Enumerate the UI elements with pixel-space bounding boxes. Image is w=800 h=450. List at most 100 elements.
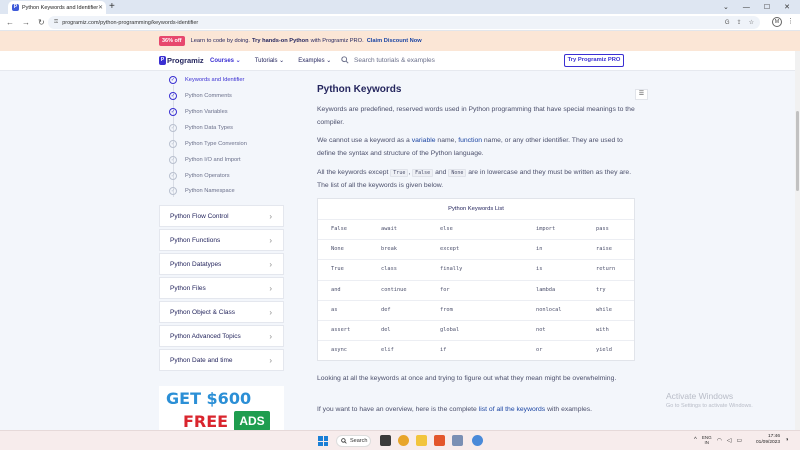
topic-label: Python Operators [185, 173, 230, 179]
settings-icon[interactable] [452, 435, 463, 446]
sidebar-section-date-time[interactable]: Python Date and time › [159, 349, 284, 371]
check-circle-icon: ✓ [169, 76, 177, 84]
new-tab-button[interactable]: + [109, 1, 115, 13]
sidebar-section-files[interactable]: Python Files › [159, 277, 284, 299]
bookmark-star-icon[interactable]: ☆ [749, 19, 754, 26]
sidebar-section-datatypes[interactable]: Python Datatypes › [159, 253, 284, 275]
keyword-cell: or [536, 347, 543, 354]
programiz-logo[interactable]: P Programiz [159, 56, 204, 65]
promo-text-b: Try hands-on Python [252, 38, 309, 44]
chevron-right-icon: › [269, 235, 272, 245]
topic-label: Python I/O and Import [185, 157, 241, 163]
sidebar-topic-comments[interactable]: ✓ Python Comments [159, 88, 284, 104]
keyword-list-link[interactable]: list of all the keywords [479, 406, 546, 413]
sidebar-section-functions[interactable]: Python Functions › [159, 229, 284, 251]
share-icon[interactable]: ⇪ [737, 19, 742, 26]
code-none: None [448, 169, 467, 177]
close-window-icon[interactable]: ✕ [784, 3, 790, 11]
volume-icon[interactable]: ◁ [727, 437, 732, 444]
identifier-paragraph: We cannot use a keyword as a variable na… [317, 137, 623, 157]
wifi-icon[interactable]: ◠ [717, 437, 722, 444]
url-text: programiz.com/python-programming/keyword… [62, 19, 199, 26]
chevron-right-icon: › [269, 307, 272, 317]
keyword-cell: nonlocal [536, 306, 562, 313]
minimize-icon[interactable]: — [743, 4, 750, 11]
lowercase-paragraph: All the keywords except True, False and … [317, 169, 632, 189]
chevron-right-icon: › [269, 259, 272, 269]
programiz-favicon-icon: P [12, 4, 19, 11]
variable-link[interactable]: variable [412, 137, 436, 144]
sidebar-topic-io-import[interactable]: ✓ Python I/O and Import [159, 152, 284, 168]
browser-menu-icon[interactable]: ⋮ [787, 17, 794, 25]
article: Python Keywords ☰ Keywords are predefine… [317, 71, 648, 430]
sidebar-topic-data-types[interactable]: ✓ Python Data Types [159, 120, 284, 136]
check-circle-icon: ✓ [169, 140, 177, 148]
keywords-table-body: False await else import pass None break except i… [318, 220, 634, 361]
chrome-icon[interactable] [398, 435, 409, 446]
sidebar-topic-type-conversion[interactable]: ✓ Python Type Conversion [159, 136, 284, 152]
page-scrollbar[interactable] [795, 51, 800, 430]
scrollbar-thumb[interactable] [796, 111, 799, 191]
table-of-contents-button[interactable]: ☰ [635, 89, 648, 100]
site-search[interactable]: Search tutorials & examples [341, 56, 435, 64]
nav-courses[interactable]: Courses ⌄ [210, 57, 241, 64]
sidebar-topic-operators[interactable]: ✓ Python Operators [159, 168, 284, 184]
keyword-cell: as [331, 306, 338, 313]
close-tab-icon[interactable]: ✕ [98, 4, 103, 11]
topic-label: Keywords and Identifier [185, 77, 245, 83]
sidebar-topic-variables[interactable]: ✓ Python Variables [159, 104, 284, 120]
back-icon[interactable]: ← [6, 17, 14, 28]
system-clock[interactable]: 17:46 01/09/2023 [756, 434, 780, 446]
battery-icon[interactable]: ▭ [736, 437, 742, 444]
sidebar-section-object-class[interactable]: Python Object & Class › [159, 301, 284, 323]
url-field[interactable]: ⚿ programiz.com/python-programming/keywo… [48, 16, 760, 29]
forward-icon[interactable]: → [22, 17, 30, 28]
function-link[interactable]: function [458, 137, 482, 144]
keyword-cell: lambda [536, 286, 556, 293]
section-label: Python Date and time [170, 356, 233, 364]
lock-icon[interactable]: ⚿ [54, 19, 58, 26]
search-placeholder: Search tutorials & examples [354, 56, 435, 64]
section-label: Python Flow Control [170, 212, 229, 220]
code-false: False [412, 169, 434, 177]
keyword-cell: False [331, 226, 347, 232]
keyword-cell: except [440, 246, 460, 253]
claim-discount-link[interactable]: Claim Discount Now [367, 38, 422, 44]
promo-banner: 36% off Learn to code by doing. Try hand… [0, 31, 800, 51]
chrome-active-icon[interactable] [472, 435, 483, 446]
ad-free-text: FREE [183, 412, 229, 430]
try-pro-button[interactable]: Try Programiz PRO [564, 54, 624, 67]
topic-label: Python Comments [185, 93, 232, 99]
show-hidden-icons-icon[interactable]: ^ [694, 437, 697, 443]
check-circle-icon: ✓ [169, 187, 177, 195]
nav-examples[interactable]: Examples ⌄ [298, 57, 331, 64]
sidebar-section-flow-control[interactable]: Python Flow Control › [159, 205, 284, 227]
taskbar-search[interactable]: Search [336, 435, 371, 447]
tab-search-icon[interactable]: ⌄ [723, 3, 729, 11]
reload-icon[interactable]: ↻ [38, 17, 45, 28]
brave-icon[interactable] [434, 435, 445, 446]
check-circle-icon: ✓ [169, 172, 177, 180]
tab-title: Python Keywords and Identifiers [22, 4, 98, 11]
list-icon: ☰ [638, 91, 645, 97]
keyword-cell: from [440, 306, 453, 313]
sidebar-topic-namespace[interactable]: ✓ Python Namespace [159, 183, 284, 199]
google-lens-icon[interactable]: G [725, 20, 730, 26]
table-row: True class finally is return [318, 260, 634, 281]
browser-tab[interactable]: P Python Keywords and Identifiers ✕ [8, 1, 106, 14]
nav-tutorials[interactable]: Tutorials ⌄ [255, 57, 285, 64]
windows-start-icon[interactable] [318, 436, 328, 446]
file-explorer-icon[interactable] [416, 435, 427, 446]
keyword-cell: def [381, 306, 391, 313]
maximize-icon[interactable]: ☐ [764, 3, 770, 11]
sidebar-section-advanced-topics[interactable]: Python Advanced Topics › [159, 325, 284, 347]
advertisement[interactable]: GET $600 FREE ADS [159, 386, 284, 430]
task-view-icon[interactable] [380, 435, 391, 446]
notification-icon[interactable]: ◑ [785, 437, 789, 443]
keyword-cell: del [381, 326, 391, 333]
topic-label: Python Namespace [185, 188, 235, 194]
language-indicator[interactable]: ENG IN [702, 435, 712, 445]
sidebar-topic-keywords[interactable]: ✓ Keywords and Identifier [159, 72, 284, 88]
profile-avatar[interactable]: M [772, 17, 782, 27]
keyword-cell: and [331, 286, 341, 293]
